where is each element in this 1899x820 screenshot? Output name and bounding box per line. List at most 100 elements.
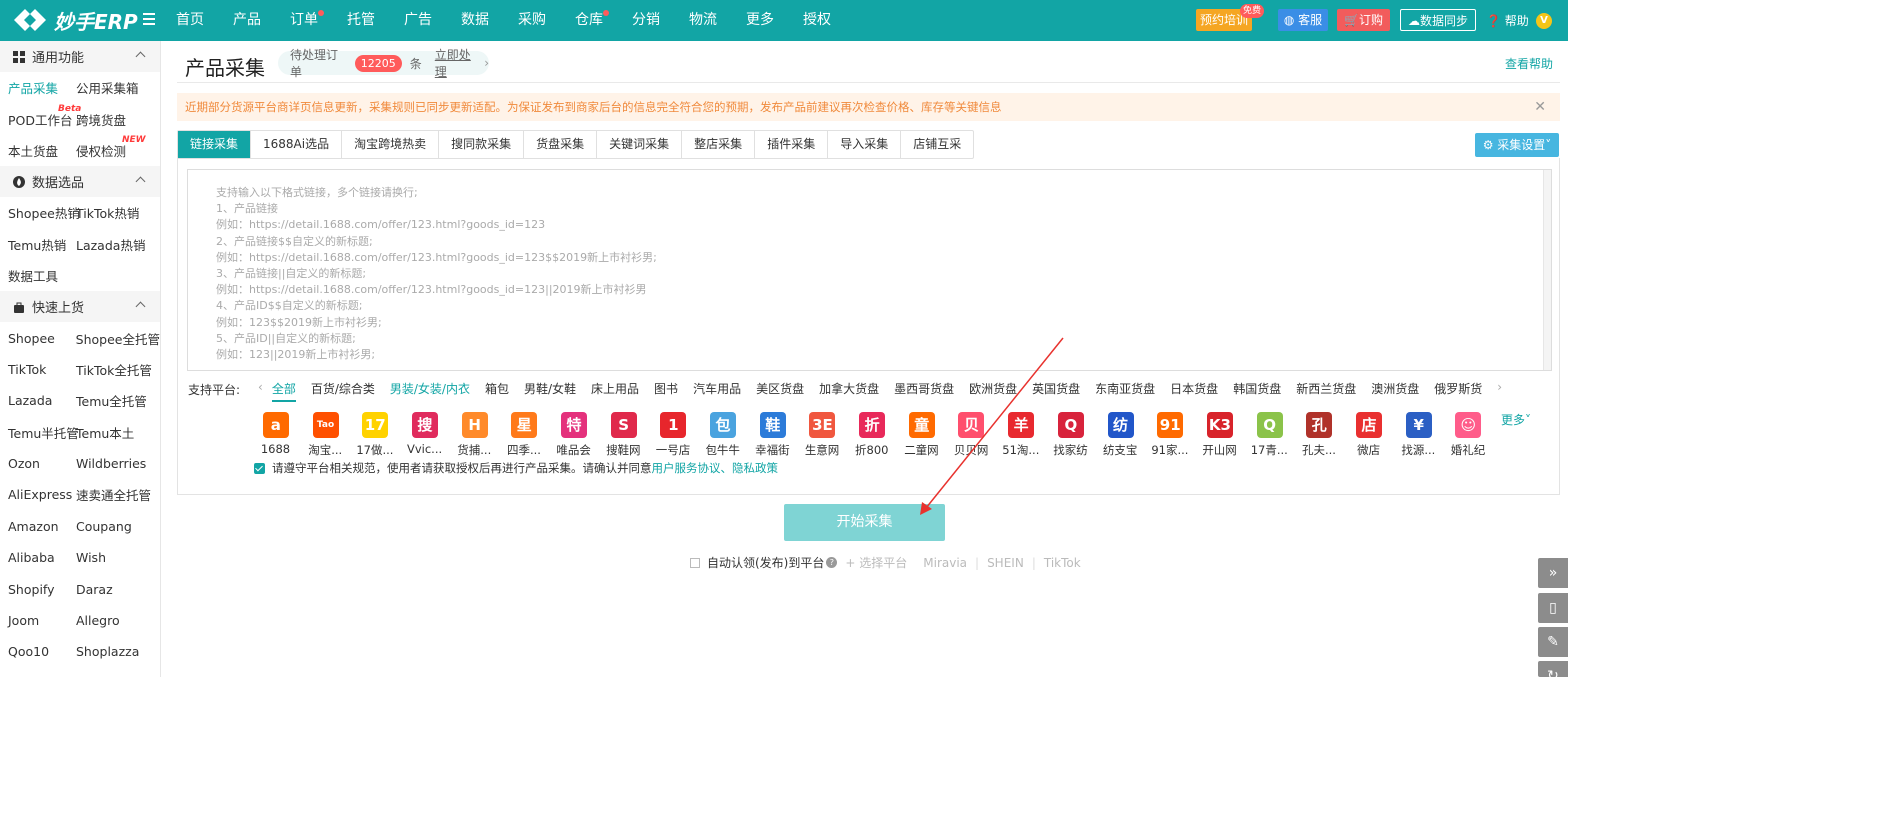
tab-item[interactable]: 插件采集 xyxy=(755,131,829,158)
category-tab[interactable]: 百货/综合类 xyxy=(311,380,375,402)
avatar[interactable]: V xyxy=(1536,13,1552,29)
logo[interactable]: 妙手ERP xyxy=(12,6,138,34)
platform-item[interactable]: H 货捕... xyxy=(450,412,500,458)
sidebar-item[interactable]: TikTok全托管 xyxy=(76,360,152,379)
category-tab[interactable]: 男鞋/女鞋 xyxy=(524,380,576,402)
sidebar-item[interactable]: Shopee全托管 xyxy=(76,329,160,348)
tab-item[interactable]: 店铺互采 xyxy=(901,131,973,158)
sidebar-item[interactable]: 侵权检测 NEW xyxy=(76,135,146,160)
category-tab[interactable]: 汽车用品 xyxy=(693,380,741,402)
category-tab[interactable]: 床上用品 xyxy=(591,380,639,402)
sidebar-item[interactable]: 本土货盘 xyxy=(0,141,76,160)
sidebar-item[interactable]: 产品采集 xyxy=(0,78,76,97)
platform-item[interactable]: K3 开山网 xyxy=(1195,412,1245,458)
category-tab[interactable]: 全部 xyxy=(271,380,296,402)
training-button[interactable]: 预约培训 免费 xyxy=(1196,4,1265,31)
category-tab[interactable]: 俄罗斯货 xyxy=(1434,380,1482,402)
user-agreement-link[interactable]: 用户服务协议 xyxy=(652,460,721,476)
sidebar-item[interactable]: TikTok xyxy=(0,362,76,377)
select-platform-button[interactable]: + 选择平台 xyxy=(845,554,907,571)
nav-item[interactable]: 广告 xyxy=(404,0,432,41)
sidebar-item[interactable]: 速卖通全托管 xyxy=(76,485,151,504)
platform-item[interactable]: 17 17做... xyxy=(350,412,400,458)
tab-item[interactable]: 货盘采集 xyxy=(524,131,598,158)
category-tab[interactable]: 东南亚货盘 xyxy=(1095,380,1155,402)
sidebar-item[interactable]: Shopee xyxy=(0,331,76,346)
more-platforms-link[interactable]: 更多˅ xyxy=(1501,411,1531,428)
sidebar-item[interactable]: Temu热销 xyxy=(0,235,76,254)
platform-item[interactable]: 搜 Vvic... xyxy=(400,412,450,458)
category-tab[interactable]: 箱包 xyxy=(485,380,509,402)
chevron-left-icon[interactable]: ‹ xyxy=(258,380,263,402)
platform-item[interactable]: 3E 生意网 xyxy=(798,412,848,458)
sidebar-section-header[interactable]: 通用功能 xyxy=(0,41,160,72)
category-tab[interactable]: 男装/女装/内衣 xyxy=(390,380,470,402)
platform-item[interactable]: ☺ 婚礼纪 xyxy=(1444,412,1494,458)
nav-item[interactable]: 首页 xyxy=(176,0,204,41)
sidebar-section-header[interactable]: 数据选品 xyxy=(0,166,160,198)
sidebar-item[interactable]: Allegro xyxy=(76,613,120,628)
category-tab[interactable]: 日本货盘 xyxy=(1170,380,1218,402)
tab-item[interactable]: 搜同款采集 xyxy=(439,131,525,158)
tab-item[interactable]: 整店采集 xyxy=(682,131,756,158)
sidebar-item[interactable]: 跨境货盘 xyxy=(76,110,126,129)
nav-item[interactable]: 托管 xyxy=(347,0,375,41)
nav-item[interactable]: 物流 xyxy=(689,0,717,41)
platform-item[interactable]: Q 17青... xyxy=(1245,412,1295,458)
sidebar-item[interactable]: Temu半托管 xyxy=(0,423,79,442)
nav-item[interactable]: 产品 xyxy=(233,0,261,41)
link-input-textarea[interactable]: 支持输入以下格式链接，多个链接请换行; 1、产品链接 例如：https://deta… xyxy=(187,169,1552,371)
help-link[interactable]: ❓ 帮助 xyxy=(1486,12,1529,29)
feedback-icon[interactable]: ✎ xyxy=(1538,627,1568,657)
platform-item[interactable]: 包包牛牛 xyxy=(698,412,748,458)
data-sync-button[interactable]: ☁数据同步 xyxy=(1400,9,1476,31)
platform-item[interactable]: 1 一号店 xyxy=(649,412,699,458)
platform-item[interactable]: ¥ 找源... xyxy=(1394,412,1444,458)
collapse-icon[interactable]: » xyxy=(1538,558,1568,588)
agreement-checkbox[interactable] xyxy=(254,462,265,474)
nav-item[interactable]: 授权 xyxy=(803,0,831,41)
sidebar-item[interactable]: 公用采集箱 xyxy=(76,78,139,97)
platform-item[interactable]: 星四季... xyxy=(499,412,549,458)
platform-item[interactable]: Tao 淘宝... xyxy=(301,412,351,458)
sidebar-item[interactable]: Wildberries xyxy=(76,456,146,471)
refresh-icon[interactable]: ↻ xyxy=(1538,661,1568,684)
collect-settings-button[interactable]: ⚙ 采集设置˅ xyxy=(1475,133,1559,157)
category-tab[interactable]: 加拿大货盘 xyxy=(819,380,879,402)
privacy-policy-link[interactable]: 隐私政策 xyxy=(732,460,778,476)
nav-item[interactable]: 更多 xyxy=(746,0,774,41)
menu-toggle-icon[interactable] xyxy=(143,13,155,25)
sidebar-item[interactable]: POD工作台 Beta xyxy=(0,104,81,129)
platform-item[interactable]: 贝贝贝网 xyxy=(947,412,997,458)
tab-item[interactable]: 链接采集 xyxy=(178,131,252,158)
platform-item[interactable]: 羊 51淘... xyxy=(996,412,1046,458)
sidebar-item[interactable]: Shopee热销 xyxy=(0,203,80,222)
sidebar-item[interactable]: AliExpress xyxy=(0,487,76,502)
view-help-link[interactable]: 查看帮助 xyxy=(1505,55,1553,72)
category-tab[interactable]: 澳洲货盘 xyxy=(1371,380,1419,402)
category-tab[interactable]: 欧洲货盘 xyxy=(969,380,1017,402)
close-icon[interactable]: ✕ xyxy=(1534,93,1546,121)
subscribe-button[interactable]: 🛒订购 xyxy=(1337,9,1390,31)
platform-item[interactable]: 折折800 xyxy=(847,412,897,458)
chevron-right-icon[interactable]: › xyxy=(1497,380,1502,402)
platform-item[interactable]: 特唯品会 xyxy=(549,412,599,458)
sidebar-item[interactable]: 数据工具 xyxy=(0,266,76,285)
platform-item[interactable]: 91 91家... xyxy=(1145,412,1195,458)
sidebar-item[interactable]: Amazon xyxy=(0,519,76,534)
auto-platform-tag[interactable]: TikTok xyxy=(1044,556,1081,570)
sidebar-item[interactable]: Shoplazza xyxy=(76,644,139,659)
question-icon[interactable]: ? xyxy=(826,557,838,568)
chevron-up-icon[interactable] xyxy=(135,176,146,187)
platform-item[interactable]: 店微店 xyxy=(1344,412,1394,458)
sidebar-item[interactable]: Temu本土 xyxy=(76,423,134,442)
nav-item[interactable]: 仓库 xyxy=(575,0,609,41)
platform-item[interactable]: 纺纺支宝 xyxy=(1096,412,1146,458)
chevron-up-icon[interactable] xyxy=(135,301,146,312)
platform-item[interactable]: 孔孔夫... xyxy=(1294,412,1344,458)
platform-item[interactable]: S 搜鞋网 xyxy=(599,412,649,458)
category-tab[interactable]: 美区货盘 xyxy=(756,380,804,402)
sidebar-item[interactable]: Wish xyxy=(76,550,106,565)
nav-item[interactable]: 分销 xyxy=(632,0,660,41)
category-tab[interactable]: 图书 xyxy=(654,380,678,402)
